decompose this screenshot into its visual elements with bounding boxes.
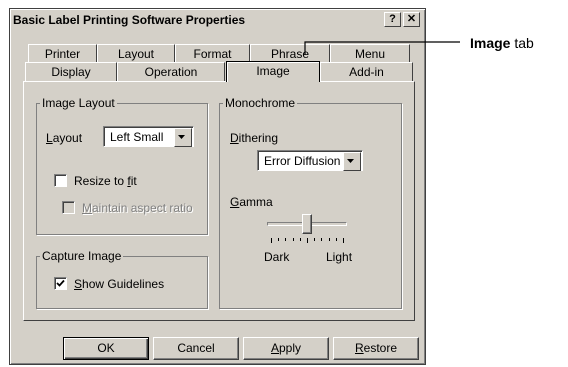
layout-dropdown-button[interactable] (174, 128, 192, 147)
dithering-value: Error Diffusion (264, 154, 341, 168)
show-guidelines-label: Show Guidelines (74, 277, 165, 291)
maintain-aspect-checkbox[interactable] (62, 201, 75, 214)
slider-tick (328, 238, 330, 241)
show-guidelines-checkbox[interactable] (54, 277, 67, 290)
tab-image[interactable]: Image (226, 61, 320, 82)
gamma-label: Gamma (230, 195, 273, 209)
chevron-down-icon (347, 159, 354, 163)
tab-operation[interactable]: Operation (117, 62, 225, 81)
help-button[interactable]: ? (384, 12, 401, 27)
slider-tick (321, 238, 323, 241)
close-icon: ✕ (406, 13, 417, 25)
capture-image-title: Capture Image (40, 249, 124, 263)
chevron-down-icon (178, 135, 185, 139)
gamma-slider-thumb[interactable] (302, 214, 312, 234)
light-label: Light (326, 250, 353, 264)
tab-printer[interactable]: Printer (28, 44, 97, 63)
layout-label: Layout (46, 131, 83, 145)
slider-tick (299, 238, 301, 241)
resize-to-fit-checkbox[interactable] (54, 174, 67, 187)
tab-display[interactable]: Display (25, 62, 117, 81)
tab-layout[interactable]: Layout (97, 44, 175, 63)
restore-button[interactable]: Restore (333, 337, 419, 360)
slider-tick (292, 238, 294, 241)
slider-tick (335, 238, 337, 241)
layout-value: Left Small (110, 130, 164, 144)
dithering-combo[interactable]: Error Diffusion (257, 150, 363, 171)
dithering-dropdown-button[interactable] (343, 152, 361, 171)
apply-button[interactable]: Apply (243, 337, 329, 360)
maintain-aspect-label: Maintain aspect ratio (82, 201, 193, 215)
slider-tick (307, 238, 308, 243)
checkmark-icon (56, 279, 65, 287)
slider-tick (314, 238, 316, 241)
dark-label: Dark (264, 250, 290, 264)
image-layout-title: Image Layout (40, 96, 117, 110)
slider-tick (271, 238, 272, 243)
slider-tick (278, 238, 280, 241)
slider-tick (285, 238, 287, 241)
close-button[interactable]: ✕ (403, 12, 420, 27)
dialog-title: Basic Label Printing Software Properties (13, 13, 246, 27)
dithering-label: Dithering (230, 131, 279, 145)
callout-leader-line (304, 41, 460, 55)
callout-rest: tab (510, 35, 534, 51)
layout-combo[interactable]: Left Small (103, 126, 194, 147)
cancel-button[interactable]: Cancel (153, 337, 239, 360)
image-layout-group (36, 103, 208, 235)
callout-label: Image tab (470, 35, 534, 51)
monochrome-title: Monochrome (223, 96, 298, 110)
resize-to-fit-label: Resize to fit (74, 174, 137, 188)
callout-bold: Image (470, 35, 511, 51)
ok-button[interactable]: OK (63, 337, 149, 360)
slider-tick (343, 238, 344, 243)
tab-add-in[interactable]: Add-in (320, 62, 413, 81)
